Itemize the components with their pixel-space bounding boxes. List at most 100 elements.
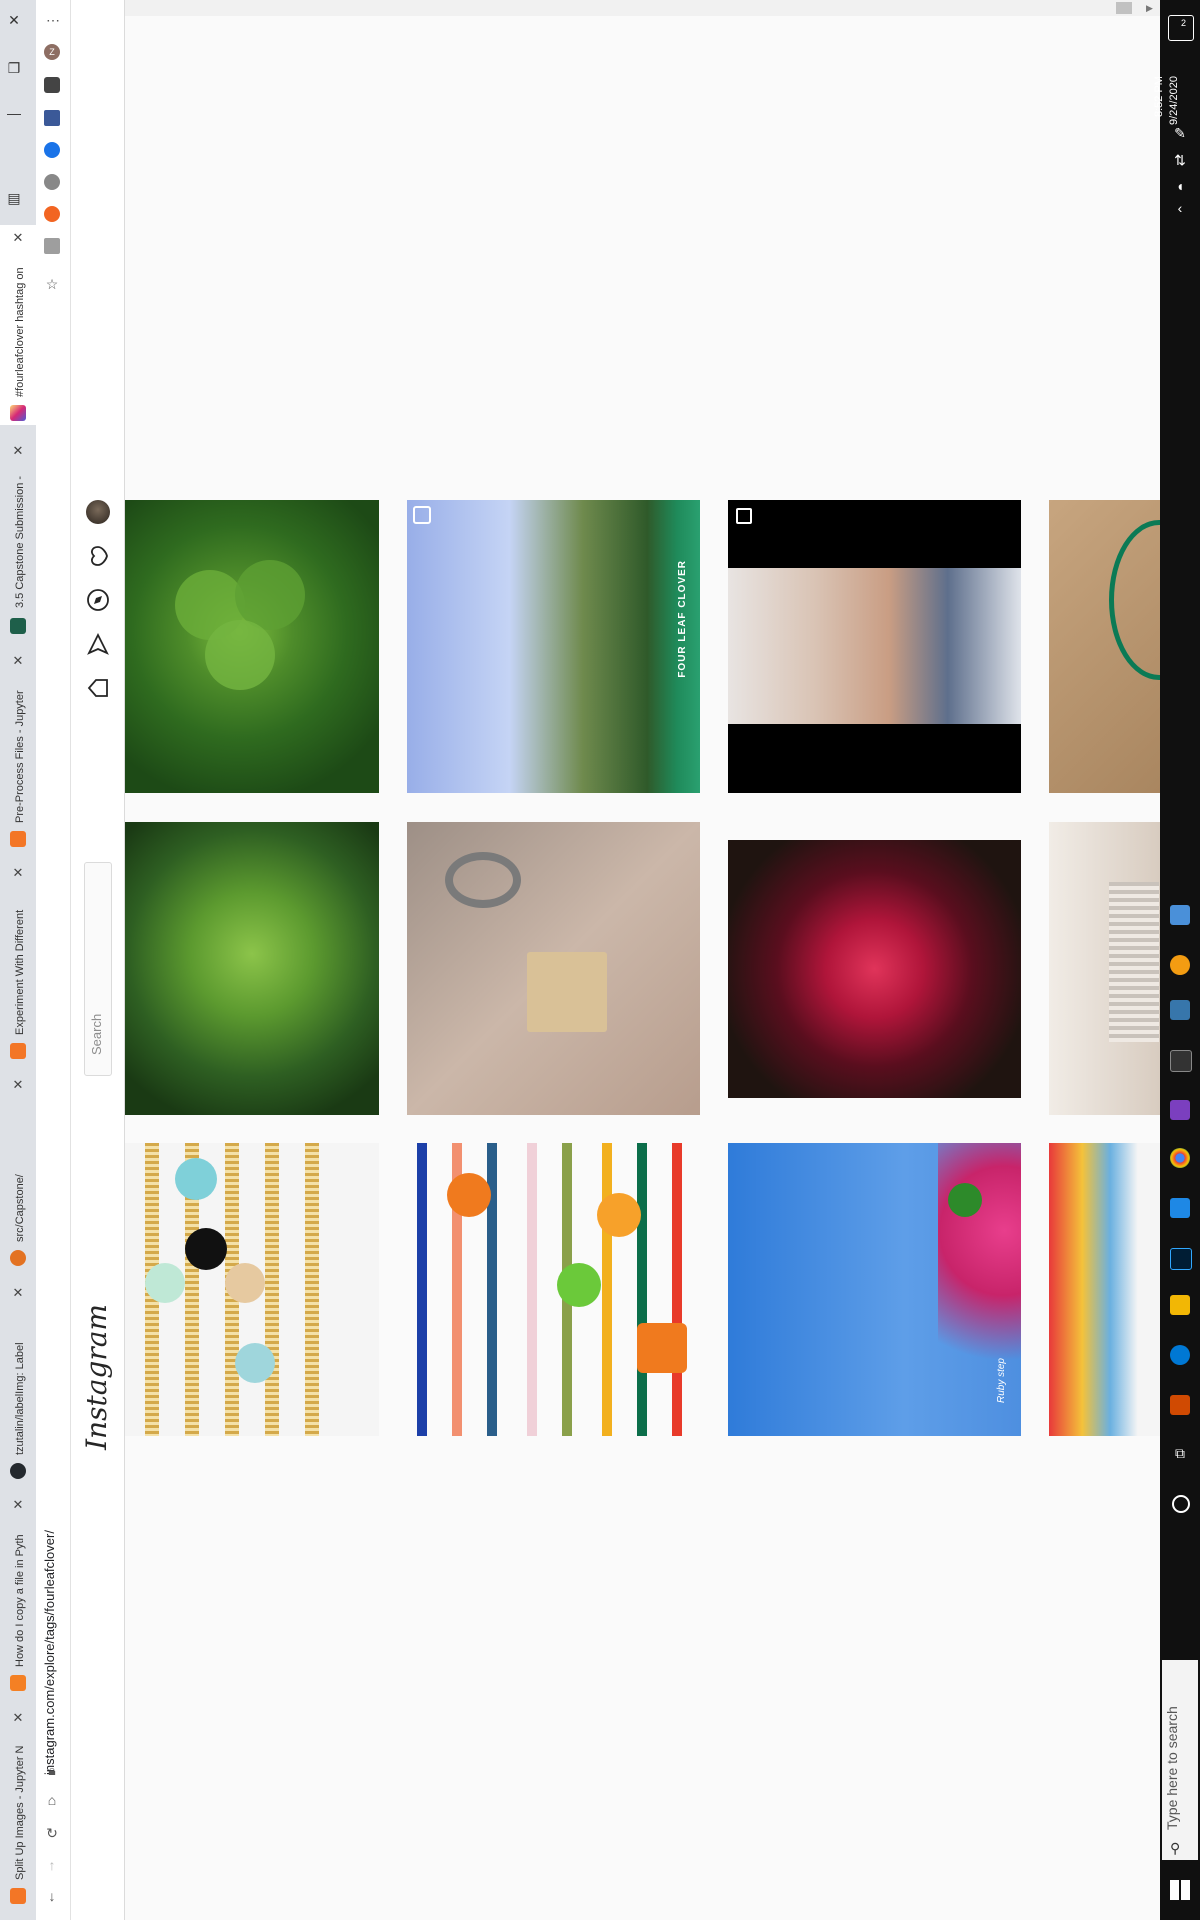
bead-charm [447, 1173, 491, 1217]
notification-center-icon[interactable]: 2 [1168, 15, 1194, 41]
url-text: instagram.com/explore/tags/fourleafclove… [42, 1530, 57, 1775]
bookmark-star-icon[interactable]: ☆ [44, 276, 60, 292]
app-terminal-icon[interactable] [1170, 1050, 1192, 1072]
profile-avatar-icon[interactable] [86, 500, 110, 524]
tab-title: Pre-Process Files - Jupyter [14, 690, 26, 823]
explore-compass-icon[interactable] [86, 588, 110, 612]
clock-time: 8:52 PM [1153, 76, 1165, 117]
bead-bracelet [1109, 520, 1160, 680]
post-tile-pressed-clover[interactable] [407, 822, 700, 1115]
search-placeholder: Search [89, 1013, 104, 1055]
tab-title: How do I copy a file in Pyth [14, 1534, 26, 1667]
profile-avatar[interactable]: Z [44, 44, 60, 60]
tab-copy-file-python[interactable]: ✕ How do I copy a file in Pyth [0, 1492, 36, 1697]
app-onenote-icon[interactable] [1170, 1100, 1190, 1120]
app-photoshop-icon[interactable] [1170, 1248, 1192, 1270]
clover-leaf [205, 620, 275, 690]
app-python-icon[interactable] [1170, 1000, 1190, 1020]
windows-start-icon[interactable] [1170, 1880, 1190, 1900]
menu-dots-icon[interactable]: ⋯ [45, 12, 61, 28]
scrollbar-thumb[interactable] [1116, 2, 1132, 14]
extension-blue-icon[interactable] [44, 142, 60, 158]
horizontal-scrollbar[interactable]: ◀ ▶ [71, 0, 1160, 16]
heart-icon[interactable] [86, 544, 110, 568]
bracelet-strand [527, 1143, 537, 1436]
lock-icon[interactable]: 🔒︎ [44, 1762, 60, 1778]
tab-src-capstone[interactable]: ✕ src/Capstone/ [0, 1072, 36, 1272]
tab-title: 3.5 Capstone Submission - [14, 475, 26, 608]
tab-pre-process-files[interactable]: ✕ Pre-Process Files - Jupyter [0, 648, 36, 853]
address-bar[interactable]: instagram.com/explore/tags/fourleafclove… [42, 1475, 59, 1775]
restore-window-icon[interactable]: ❐ [4, 60, 24, 77]
tab-title: #fourleafclover hashtag on [14, 267, 26, 397]
site-favicon-icon [10, 618, 26, 634]
cortana-icon[interactable] [1172, 1495, 1190, 1513]
app-calculator-icon[interactable] [1170, 905, 1190, 925]
app-file-explorer-icon[interactable] [1170, 1295, 1190, 1315]
tab-title: tzutalin/labelImg: Label [14, 1342, 26, 1455]
post-tile-sky-clover[interactable]: Ruby step [728, 1143, 1021, 1436]
post-tile-four-leaf-clover-art[interactable]: FOUR LEAF CLOVER [407, 500, 700, 793]
search-input[interactable]: Search [84, 862, 112, 1076]
direct-send-icon[interactable] [86, 632, 110, 656]
clock-date: 9/24/2020 [1168, 76, 1180, 125]
bead-charm [225, 1263, 265, 1303]
post-tile-selfie[interactable] [728, 500, 1021, 793]
tab-experiment[interactable]: ✕ Experiment With Different [0, 860, 36, 1065]
home-icon[interactable]: ⌂ [44, 1792, 60, 1808]
jupyter-favicon-icon [10, 1888, 26, 1904]
close-window-icon[interactable]: ✕ [4, 12, 24, 29]
extension-chart-icon[interactable] [44, 110, 60, 126]
instagram-logo[interactable]: Instagram [77, 1304, 117, 1450]
back-icon[interactable]: ↓ [44, 1888, 60, 1904]
scroll-right-arrow-icon[interactable]: ▶ [1146, 3, 1153, 14]
app-office-icon[interactable] [1170, 1395, 1190, 1415]
bead-charm [185, 1228, 227, 1270]
minimize-window-icon[interactable]: — [4, 105, 24, 121]
photographer-signature: Ruby step [996, 1358, 1007, 1404]
bracelet-strand [265, 1143, 279, 1436]
reload-icon[interactable]: ↻ [44, 1825, 60, 1841]
tab-actions-icon[interactable]: ▤ [4, 190, 24, 207]
system-clock[interactable]: 8:52 PM 9/24/2020 [1153, 55, 1200, 125]
extension-grey-icon[interactable] [44, 174, 60, 190]
tab-title: src/Capstone/ [14, 1174, 26, 1242]
network-icon[interactable]: ⇅ [1170, 152, 1190, 172]
jupyter-favicon-icon [10, 831, 26, 847]
pressed-clover-square [527, 952, 607, 1032]
carousel-icon [736, 508, 752, 524]
taskbar-search-box[interactable]: Type here to search [1162, 1660, 1198, 1860]
tab-labelimg[interactable]: ✕ tzutalin/labelImg: Label [0, 1280, 36, 1485]
volume-icon[interactable]: ◖ [1170, 178, 1190, 198]
app-chrome-icon[interactable] [1170, 1148, 1190, 1168]
post-tile-clover-2[interactable] [125, 822, 379, 1115]
logo-text: Instagram [80, 1304, 113, 1450]
tab-split-up-images[interactable]: ✕ Split Up Images - Jupyter N [0, 1705, 36, 1910]
post-tile-rose[interactable] [728, 822, 1021, 1115]
bead-charm [235, 1343, 275, 1383]
tab-fourleafclover[interactable]: ✕ #fourleafclover hashtag on [0, 225, 36, 425]
tab-capstone-submission[interactable]: ✕ 3.5 Capstone Submission - [0, 438, 36, 638]
task-view-icon[interactable]: ⧉ [1170, 1445, 1190, 1465]
post-tile-clover[interactable] [125, 500, 379, 793]
tray-chevron-icon[interactable]: ‹ [1170, 200, 1190, 220]
forward-icon[interactable]: ↑ [44, 1857, 60, 1873]
app-vscode-icon[interactable] [1170, 1198, 1190, 1218]
pen-icon[interactable]: ✎ [1170, 125, 1190, 145]
home-icon[interactable] [86, 676, 110, 700]
notification-count: 2 [1181, 18, 1187, 28]
post-tile-color-bracelets[interactable] [407, 1143, 700, 1436]
flowers [938, 1143, 1021, 1436]
extensions-puzzle-icon[interactable] [44, 77, 60, 93]
app-edge-icon[interactable] [1170, 1345, 1190, 1365]
bracelet-strand [637, 1143, 647, 1436]
extension-orange-icon[interactable] [44, 206, 60, 222]
post-tile-gold-bracelets[interactable] [125, 1143, 379, 1436]
taskbar-search-placeholder: Type here to search [1164, 1706, 1180, 1830]
post-tile-book-bracelets[interactable] [1049, 822, 1160, 1115]
app-brackets-icon[interactable] [1170, 955, 1190, 975]
bracelet-strand [672, 1143, 682, 1436]
post-tile-bracelet[interactable] [1049, 500, 1160, 793]
extension-g-icon[interactable] [44, 238, 60, 254]
post-tile-cupcakes[interactable] [1049, 1143, 1160, 1436]
